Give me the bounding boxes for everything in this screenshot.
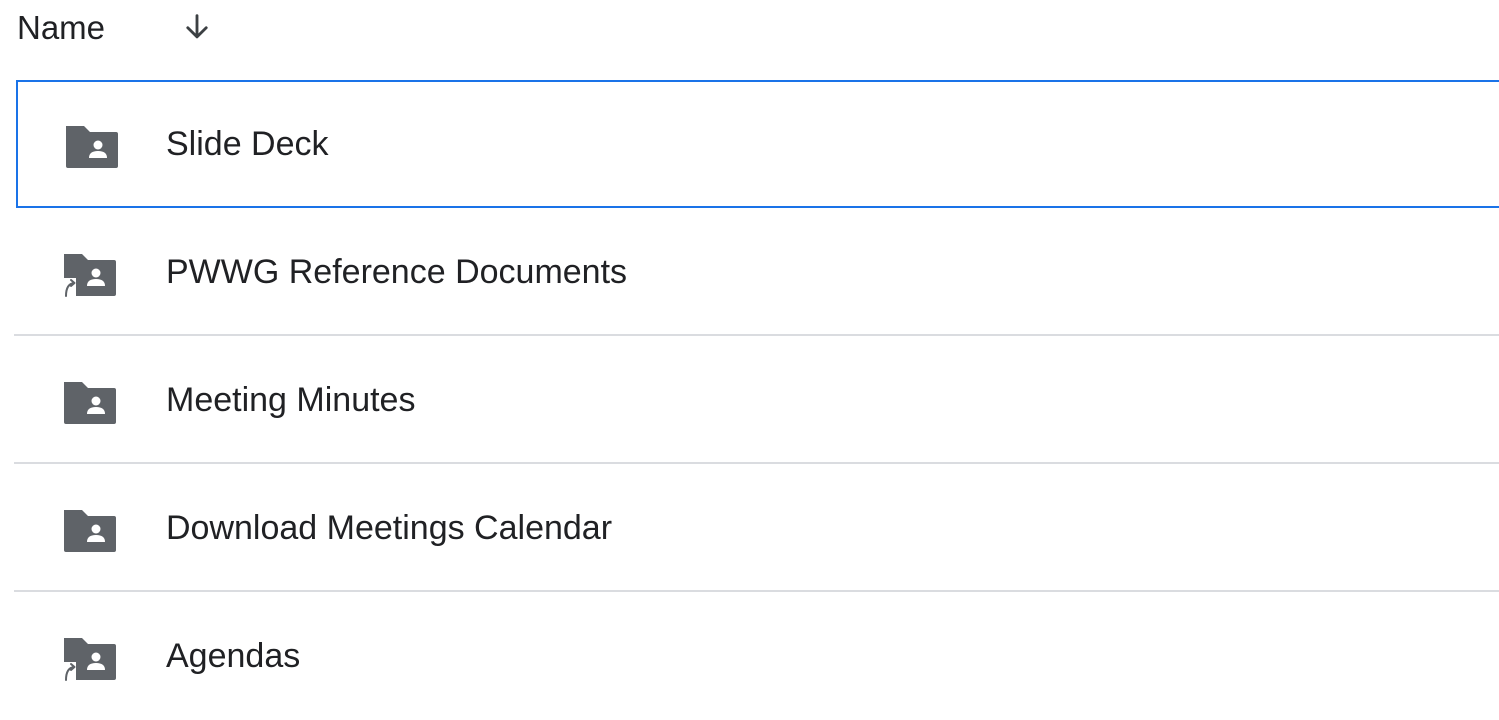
file-list: Slide Deck PWWG Reference Documents Meet… [0,80,1499,720]
list-item-label: Slide Deck [166,125,329,163]
shared-folder-shortcut-icon [62,638,116,684]
list-item[interactable]: Meeting Minutes [0,336,1499,464]
list-item[interactable]: Download Meetings Calendar [0,464,1499,592]
list-item-label: Agendas [166,637,301,675]
shared-folder-icon [64,510,116,552]
list-item[interactable]: Agendas [0,592,1499,720]
shared-folder-shortcut-icon [62,254,116,300]
shared-folder-icon [66,126,118,168]
list-header: Name [0,0,1499,60]
list-item-label: PWWG Reference Documents [166,253,628,291]
list-item-label: Download Meetings Calendar [166,509,613,547]
list-item[interactable]: PWWG Reference Documents [0,208,1499,336]
list-item[interactable]: Slide Deck [16,80,1499,208]
name-column-header[interactable]: Name [17,8,105,48]
arrow-down-icon[interactable] [180,10,214,44]
list-item-label: Meeting Minutes [166,381,416,419]
shared-folder-icon [64,382,116,424]
